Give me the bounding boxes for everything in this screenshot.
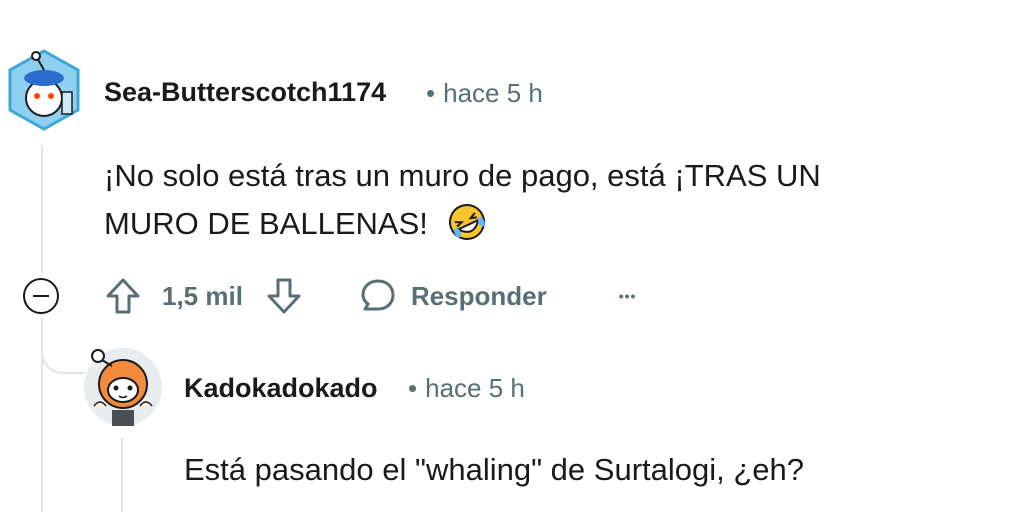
more-options-icon[interactable]: ••• bbox=[619, 288, 637, 304]
vote-count: 1,5 mil bbox=[162, 280, 243, 311]
reply-button[interactable]: Responder bbox=[359, 277, 547, 315]
thread-line bbox=[41, 145, 43, 273]
thread-branch bbox=[41, 330, 85, 374]
avatar[interactable] bbox=[6, 48, 82, 132]
comment-body: ¡No solo está tras un muro de pago, está… bbox=[104, 152, 924, 256]
timestamp[interactable]: hace 5 h bbox=[425, 373, 525, 403]
comment-actions: 1,5 mil Responder ••• bbox=[104, 276, 636, 316]
downvote-icon[interactable] bbox=[265, 276, 303, 316]
timestamp[interactable]: hace 5 h bbox=[443, 78, 543, 108]
comment-icon bbox=[359, 277, 397, 315]
username[interactable]: Kadokadokado bbox=[184, 373, 378, 404]
laughing-emoji-icon bbox=[447, 202, 487, 256]
separator-dot: • bbox=[408, 373, 418, 403]
username[interactable]: Sea-Butterscotch1174 bbox=[104, 77, 386, 108]
comment-meta: • hace 5 h bbox=[400, 373, 525, 404]
comment-text: Está pasando el "whaling" de Surtalogi, … bbox=[184, 452, 805, 487]
avatar[interactable] bbox=[82, 346, 164, 428]
thread-line bbox=[121, 438, 123, 512]
reply-label: Responder bbox=[410, 280, 547, 311]
comment-meta: • hace 5 h bbox=[418, 78, 543, 109]
comment-body: Está pasando el "whaling" de Surtalogi, … bbox=[184, 446, 984, 494]
separator-dot: • bbox=[426, 78, 436, 108]
collapse-thread-button[interactable] bbox=[23, 278, 59, 314]
upvote-icon[interactable] bbox=[104, 276, 142, 316]
